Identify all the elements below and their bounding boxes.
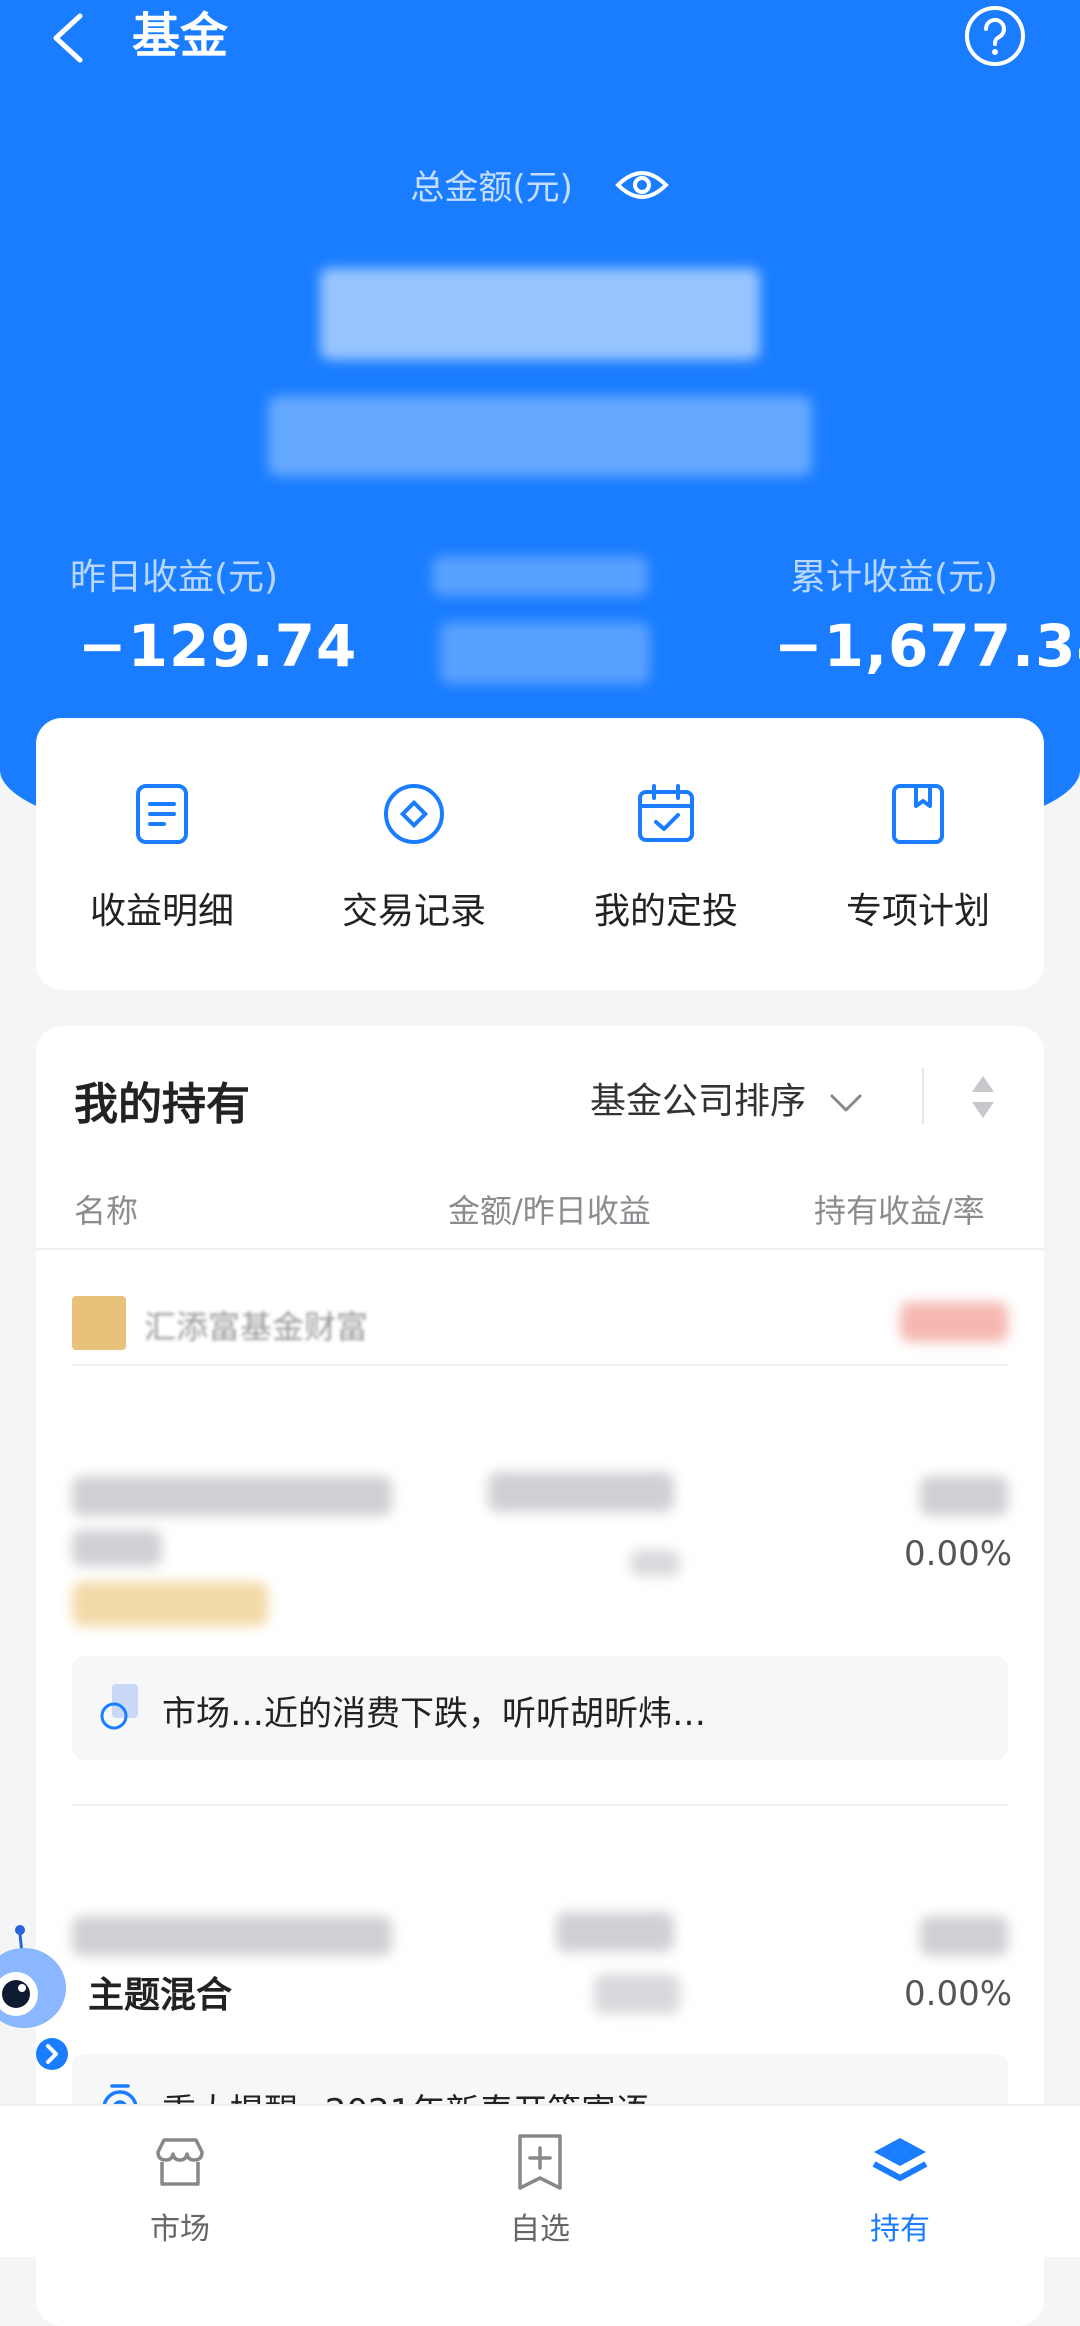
page-title: 基金 bbox=[132, 8, 229, 64]
fund-news-text: 市场…近的消费下跌，听听胡昕炜… bbox=[162, 1694, 706, 1734]
quick-action-label: 我的定投 bbox=[593, 891, 738, 932]
quick-action-label: 收益明细 bbox=[89, 891, 234, 932]
nav-tab-holdings[interactable]: 持有 bbox=[810, 2132, 990, 2248]
quick-action-auto-invest[interactable]: 我的定投 bbox=[540, 782, 792, 934]
bottom-navigation: 市场 自选 持有 bbox=[0, 2104, 1080, 2257]
nav-label: 市场 bbox=[150, 2212, 210, 2247]
fund-news-banner[interactable]: 市场…近的消费下跌，听听胡昕炜… bbox=[72, 1656, 1008, 1760]
help-icon[interactable] bbox=[963, 4, 1027, 68]
diamond-circle-icon bbox=[384, 784, 444, 844]
company-name: 汇添富基金财富 bbox=[144, 1308, 369, 1346]
total-amount-value-masked bbox=[320, 268, 760, 360]
fund-yesterday-masked bbox=[594, 1974, 680, 2014]
nav-label: 持有 bbox=[870, 2212, 930, 2247]
top-bar: 基金 bbox=[0, 0, 1080, 75]
fund-profit-masked bbox=[920, 1916, 1008, 1956]
cumulative-profit-value: −1,677.34 bbox=[774, 612, 1080, 680]
back-arrow-icon[interactable] bbox=[44, 10, 94, 66]
chevron-down-icon bbox=[830, 1094, 862, 1112]
news-icon bbox=[100, 1684, 138, 1730]
nav-tab-market[interactable]: 市场 bbox=[90, 2132, 270, 2248]
holdings-title: 我的持有 bbox=[74, 1079, 250, 1130]
fund-profit-masked bbox=[920, 1476, 1008, 1516]
fund-tag-masked bbox=[72, 1582, 268, 1626]
fund-name-fragment: 主题混合 bbox=[88, 1975, 233, 2016]
column-header-amount: 金额/昨日收益 bbox=[448, 1192, 651, 1230]
quick-action-label: 专项计划 bbox=[845, 891, 990, 932]
fund-name-masked bbox=[72, 1530, 162, 1566]
total-amount-subtext-masked bbox=[268, 396, 812, 476]
company-group-row[interactable]: 汇添富基金财富 bbox=[72, 1296, 1008, 1356]
total-amount-label-row: 总金额(元) bbox=[0, 160, 1080, 209]
divider bbox=[36, 1248, 1044, 1250]
fund-profit-rate: 0.00% bbox=[904, 1534, 1013, 1574]
column-header-name: 名称 bbox=[74, 1192, 139, 1230]
cumulative-profit-label: 累计收益(元) bbox=[790, 557, 999, 598]
sort-order-icon[interactable] bbox=[970, 1074, 996, 1120]
fund-name-masked bbox=[72, 1476, 392, 1516]
yesterday-profit-value: −129.74 bbox=[78, 612, 358, 680]
sort-dropdown[interactable]: 基金公司排序 bbox=[590, 1072, 863, 1124]
fund-amount-masked bbox=[556, 1912, 674, 1952]
document-icon bbox=[136, 784, 188, 844]
assistant-mascot-icon[interactable] bbox=[0, 1924, 76, 2072]
sort-label: 基金公司排序 bbox=[590, 1081, 807, 1122]
nav-label: 自选 bbox=[510, 2212, 570, 2247]
yesterday-profit-label: 昨日收益(元) bbox=[70, 557, 279, 598]
market-icon bbox=[156, 2138, 204, 2186]
quick-actions-card: 收益明细 交易记录 我的定投 专项计划 bbox=[36, 718, 1044, 990]
fund-amount-masked bbox=[488, 1472, 674, 1512]
divider bbox=[922, 1068, 924, 1124]
eye-icon[interactable] bbox=[614, 165, 670, 205]
middle-stat-masked bbox=[432, 556, 648, 596]
fund-yesterday-masked bbox=[630, 1550, 680, 1576]
bookmark-icon bbox=[892, 784, 944, 844]
fund-row[interactable]: 0.00% 市场…近的消费下跌，听听胡昕炜… bbox=[36, 1364, 1044, 1804]
quick-action-special-plan[interactable]: 专项计划 bbox=[792, 782, 1044, 934]
quick-action-income-detail[interactable]: 收益明细 bbox=[36, 782, 288, 934]
middle-stat-value-masked bbox=[440, 622, 650, 684]
add-favorite-icon bbox=[518, 2134, 562, 2190]
fund-profit-rate: 0.00% bbox=[904, 1974, 1013, 2014]
nav-tab-watchlist[interactable]: 自选 bbox=[450, 2132, 630, 2248]
layers-icon bbox=[872, 2138, 928, 2181]
total-amount-label: 总金额(元) bbox=[410, 168, 573, 208]
company-badge-masked bbox=[900, 1302, 1008, 1342]
column-header-profit: 持有收益/率 bbox=[814, 1192, 985, 1230]
quick-action-label: 交易记录 bbox=[341, 891, 486, 932]
company-logo bbox=[72, 1296, 126, 1350]
fund-name-masked bbox=[72, 1916, 392, 1956]
quick-action-transactions[interactable]: 交易记录 bbox=[288, 782, 540, 934]
calendar-check-icon bbox=[638, 784, 694, 842]
